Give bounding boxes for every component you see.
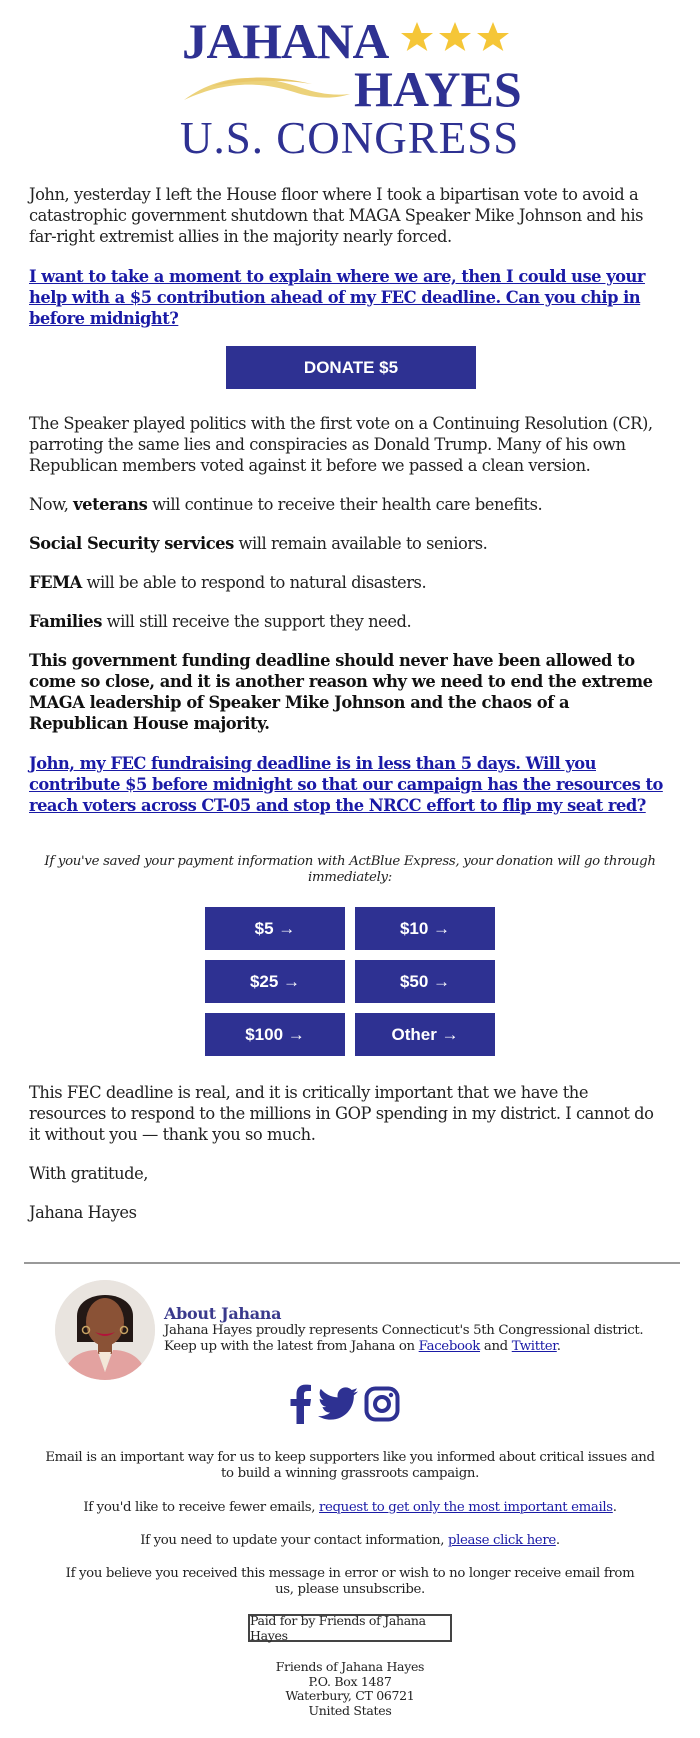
social-security-bold: Social Security services [29, 534, 234, 553]
about-title: About Jahana [164, 1304, 282, 1323]
divider [24, 1262, 680, 1264]
logo-stars [400, 20, 520, 56]
donate-amount-button[interactable]: $25 → [205, 960, 345, 1003]
families-paragraph: Families will still receive the support … [29, 611, 669, 632]
cta-link-contribute[interactable]: I want to take a moment to explain where… [29, 267, 645, 328]
update-end: . [555, 1533, 560, 1548]
fewer-emails-end: . [612, 1500, 617, 1515]
logo-swoosh [182, 70, 352, 115]
veterans-rest: will continue to receive their health ca… [147, 495, 543, 514]
about-end: . [556, 1339, 561, 1354]
address-line: Friends of Jahana Hayes [275, 1659, 425, 1674]
families-bold: Families [29, 612, 102, 631]
address-line: United States [308, 1702, 392, 1718]
donate-amount-button[interactable]: $10 → [355, 907, 495, 950]
star-icon [439, 22, 471, 51]
veterans-paragraph: Now, veterans will continue to receive t… [29, 494, 669, 515]
about-line-1: Jahana Hayes proudly represents Connecti… [164, 1323, 644, 1338]
actblue-note: If you've saved your payment information… [44, 854, 656, 885]
donate-amount-button[interactable]: $100 → [205, 1013, 345, 1056]
fewer-emails-text: If you'd like to receive fewer emails, r… [40, 1500, 660, 1516]
donate-amount-button[interactable]: $50 → [355, 960, 495, 1003]
signature: Jahana Hayes [29, 1203, 137, 1222]
update-prefix: If you need to update your contact infor… [140, 1533, 448, 1548]
about-and: and [480, 1339, 512, 1354]
donate-5-button[interactable]: DONATE $5 [226, 346, 476, 389]
fewer-emails-link[interactable]: request to get only the most important e… [319, 1500, 613, 1515]
cta-link-fec-deadline[interactable]: John, my FEC fundraising deadline is in … [29, 754, 663, 815]
cr-paragraph: The Speaker played politics with the fir… [29, 414, 653, 475]
social-security-rest: will remain available to seniors. [233, 534, 488, 553]
fema-bold: FEMA [29, 573, 82, 592]
closing-paragraph: This FEC deadline is real, and it is cri… [29, 1083, 654, 1144]
donate-other-button[interactable]: Other → [355, 1013, 495, 1056]
avatar [55, 1280, 155, 1380]
families-rest: will still receive the support they need… [101, 612, 412, 631]
veterans-bold: veterans [73, 495, 148, 514]
logo-line-congress: U.S. CONGRESS [180, 113, 520, 163]
social-icons [290, 1384, 400, 1428]
address-line: P.O. Box 1487 [308, 1673, 392, 1689]
update-contact-link[interactable]: please click here [448, 1533, 556, 1548]
twitter-link[interactable]: Twitter [512, 1339, 557, 1354]
bold-paragraph: This government funding deadline should … [29, 651, 653, 733]
veterans-prefix: Now, [29, 495, 74, 514]
intro-paragraph: John, yesterday I left the House floor w… [29, 185, 644, 246]
star-icon [401, 22, 433, 51]
unsubscribe-text: If you believe you received this message… [65, 1566, 635, 1597]
instagram-icon[interactable] [364, 1386, 400, 1426]
fema-paragraph: FEMA will be able to respond to natural … [29, 572, 669, 593]
email-importance-text: Email is an important way for us to keep… [45, 1450, 655, 1481]
campaign-logo: JAHANA HAYES U.S. CONGRESS [178, 12, 528, 163]
about-line-2-prefix: Keep up with the latest from Jahana on [164, 1339, 419, 1354]
cta-paragraph-1: I want to take a moment to explain where… [29, 266, 669, 329]
star-icon [477, 22, 509, 51]
donate-amount-button[interactable]: $5 → [205, 907, 345, 950]
update-contact-text: If you need to update your contact infor… [40, 1533, 660, 1549]
mailing-address: Friends of Jahana Hayes P.O. Box 1487 Wa… [200, 1659, 500, 1718]
facebook-link[interactable]: Facebook [419, 1339, 481, 1354]
address-line: Waterbury, CT 06721 [285, 1688, 415, 1703]
about-line-2: Keep up with the latest from Jahana on F… [164, 1339, 664, 1355]
fewer-emails-prefix: If you'd like to receive fewer emails, [83, 1500, 319, 1515]
paid-for-disclaimer: Paid for by Friends of Jahana Hayes [248, 1613, 452, 1643]
cta-paragraph-2: John, my FEC fundraising deadline is in … [29, 753, 669, 816]
facebook-icon[interactable] [290, 1384, 312, 1428]
about-text: Jahana Hayes proudly represents Connecti… [164, 1323, 664, 1355]
social-security-paragraph: Social Security services will remain ava… [29, 533, 669, 554]
twitter-icon[interactable] [318, 1387, 358, 1425]
fema-rest: will be able to respond to natural disas… [81, 573, 427, 592]
logo-line-hayes: HAYES [354, 61, 522, 117]
signoff: With gratitude, [29, 1164, 149, 1183]
